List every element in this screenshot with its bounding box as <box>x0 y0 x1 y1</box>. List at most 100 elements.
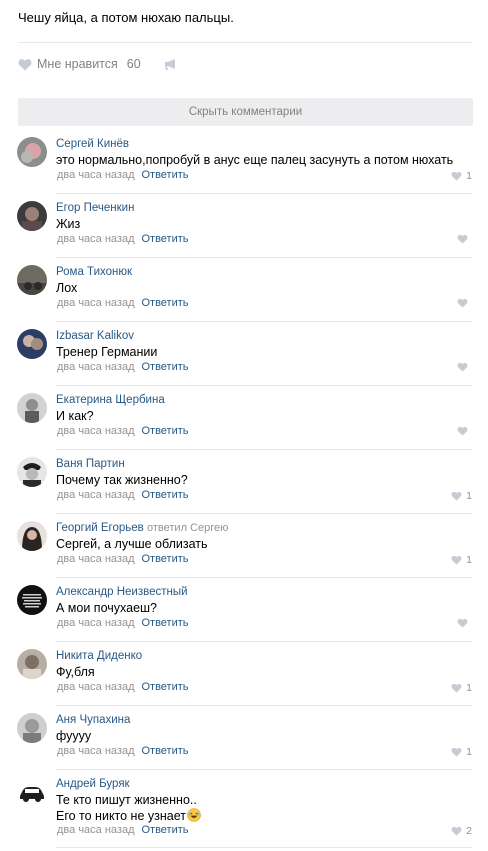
comment: Ваня Партин Почему так жизненно? два час… <box>0 450 488 514</box>
comment: Аня Чупахина фуууу два часа назад Ответит… <box>0 706 488 770</box>
share-button[interactable] <box>164 57 180 71</box>
comment: Сергей Кинёв это нормально,попробуй в ан… <box>0 130 488 194</box>
comment-time[interactable]: два часа назад <box>57 617 134 629</box>
comment-like-button[interactable] <box>457 234 472 244</box>
reply-button[interactable]: Ответить <box>141 824 188 836</box>
avatar[interactable] <box>17 393 47 423</box>
reply-to-label[interactable]: ответил Сергею <box>147 522 228 534</box>
reply-button[interactable]: Ответить <box>141 745 188 757</box>
heart-icon <box>451 555 462 565</box>
heart-icon <box>451 826 462 836</box>
comment-time[interactable]: два часа назад <box>57 297 134 309</box>
comment-text-line-with-emoji: Его то никто не узнает <box>56 808 201 824</box>
comment-author[interactable]: Рома Тихонюк <box>56 266 132 278</box>
reply-button[interactable]: Ответить <box>141 361 188 373</box>
avatar[interactable] <box>17 649 47 679</box>
reply-button[interactable]: Ответить <box>141 553 188 565</box>
avatar[interactable] <box>17 137 47 167</box>
reply-button[interactable]: Ответить <box>141 617 188 629</box>
comment: Никита Диденко Фу,бля два часа назад Отве… <box>0 642 488 706</box>
reply-button[interactable]: Ответить <box>141 681 188 693</box>
laughing-emoji-icon <box>187 808 201 822</box>
comment-author[interactable]: Егор Печенкин <box>56 202 134 214</box>
comment-text: Жиз <box>56 217 81 231</box>
avatar[interactable] <box>17 329 47 359</box>
divider <box>56 847 472 848</box>
comment-time[interactable]: два часа назад <box>57 233 134 245</box>
comment-like-count: 1 <box>466 490 472 502</box>
comment-meta: два часа назад Ответить <box>57 681 189 693</box>
avatar[interactable] <box>17 585 47 615</box>
comment-like-button[interactable]: 2 <box>451 825 472 837</box>
heart-icon <box>457 426 468 436</box>
comment-time[interactable]: два часа назад <box>57 553 134 565</box>
comment-like-button[interactable] <box>457 298 472 308</box>
like-button[interactable]: Мне нравится 60 <box>18 57 141 71</box>
heart-icon <box>457 298 468 308</box>
comment-meta: два часа назад Ответить <box>57 169 189 181</box>
comment-like-button[interactable] <box>457 362 472 372</box>
avatar[interactable] <box>17 521 47 551</box>
comment: Андрей Буряк Те кто пишут жизненно.. Его… <box>0 770 488 848</box>
comment-like-button[interactable]: 1 <box>451 490 472 502</box>
comment-text: А мои почухаеш? <box>56 601 158 615</box>
comment-text: Сергей, а лучше облизать <box>56 537 208 551</box>
comment-author[interactable]: Никита Диденко <box>56 650 142 662</box>
comment-author[interactable]: Андрей Буряк <box>56 778 130 790</box>
comment-time[interactable]: два часа назад <box>57 824 134 836</box>
comment-meta: два часа назад Ответить <box>57 824 189 836</box>
comment-author: Георгий Егорьев ответил Сергею <box>56 522 228 534</box>
comment-author[interactable]: Ваня Партин <box>56 458 125 470</box>
comment-author-name[interactable]: Георгий Егорьев <box>56 522 144 534</box>
comment-like-button[interactable]: 1 <box>451 170 472 182</box>
comment-like-count: 1 <box>466 682 472 694</box>
comment-like-button[interactable]: 1 <box>451 682 472 694</box>
comment-like-count: 1 <box>466 746 472 758</box>
comment-meta: два часа назад Ответить <box>57 297 189 309</box>
avatar[interactable] <box>17 201 47 231</box>
avatar[interactable] <box>17 265 47 295</box>
megaphone-icon <box>164 58 175 70</box>
heart-icon <box>451 171 462 181</box>
comment-like-count: 1 <box>466 170 472 182</box>
comment-author[interactable]: Александр Неизвестный <box>56 586 188 598</box>
comment-meta: два часа назад Ответить <box>57 361 189 373</box>
comment-author[interactable]: Izbasar Kalikov <box>56 330 134 342</box>
heart-icon <box>451 491 462 501</box>
comment-time[interactable]: два часа назад <box>57 489 134 501</box>
reply-button[interactable]: Ответить <box>141 489 188 501</box>
reply-button[interactable]: Ответить <box>141 297 188 309</box>
comment-text: Почему так жизненно? <box>56 473 188 487</box>
comment-like-button[interactable] <box>457 618 472 628</box>
comment-author[interactable]: Сергей Кинёв <box>56 138 129 150</box>
comment-meta: два часа назад Ответить <box>57 617 189 629</box>
comment-text: Лох <box>56 281 78 295</box>
comment-time[interactable]: два часа назад <box>57 745 134 757</box>
comment-meta: два часа назад Ответить <box>57 745 189 757</box>
hide-comments-button[interactable]: Скрыть комментарии <box>18 98 473 126</box>
comment-like-button[interactable]: 1 <box>451 554 472 566</box>
like-label: Мне нравится <box>37 57 118 71</box>
comment-text-line: Те кто пишут жизненно.. <box>56 793 197 807</box>
avatar[interactable] <box>17 457 47 487</box>
comment-text: Те кто пишут жизненно.. Его то никто не … <box>56 792 201 824</box>
comment-author[interactable]: Екатерина Щербина <box>56 394 165 406</box>
comment-time[interactable]: два часа назад <box>57 361 134 373</box>
avatar[interactable] <box>17 713 47 743</box>
comment-meta: два часа назад Ответить <box>57 553 189 565</box>
comment-time[interactable]: два часа назад <box>57 425 134 437</box>
comment-time[interactable]: два часа назад <box>57 169 134 181</box>
reply-button[interactable]: Ответить <box>141 233 188 245</box>
comment-time[interactable]: два часа назад <box>57 681 134 693</box>
heart-icon <box>457 362 468 372</box>
avatar[interactable] <box>17 777 47 807</box>
post-actions: Мне нравится 60 <box>18 55 180 73</box>
comment-like-button[interactable] <box>457 426 472 436</box>
comment-text: фуууу <box>56 729 92 743</box>
reply-button[interactable]: Ответить <box>141 425 188 437</box>
reply-button[interactable]: Ответить <box>141 169 188 181</box>
comment-like-count: 2 <box>466 825 472 837</box>
comment-author[interactable]: Аня Чупахина <box>56 714 130 726</box>
comment-like-button[interactable]: 1 <box>451 746 472 758</box>
comment-like-count: 1 <box>466 554 472 566</box>
